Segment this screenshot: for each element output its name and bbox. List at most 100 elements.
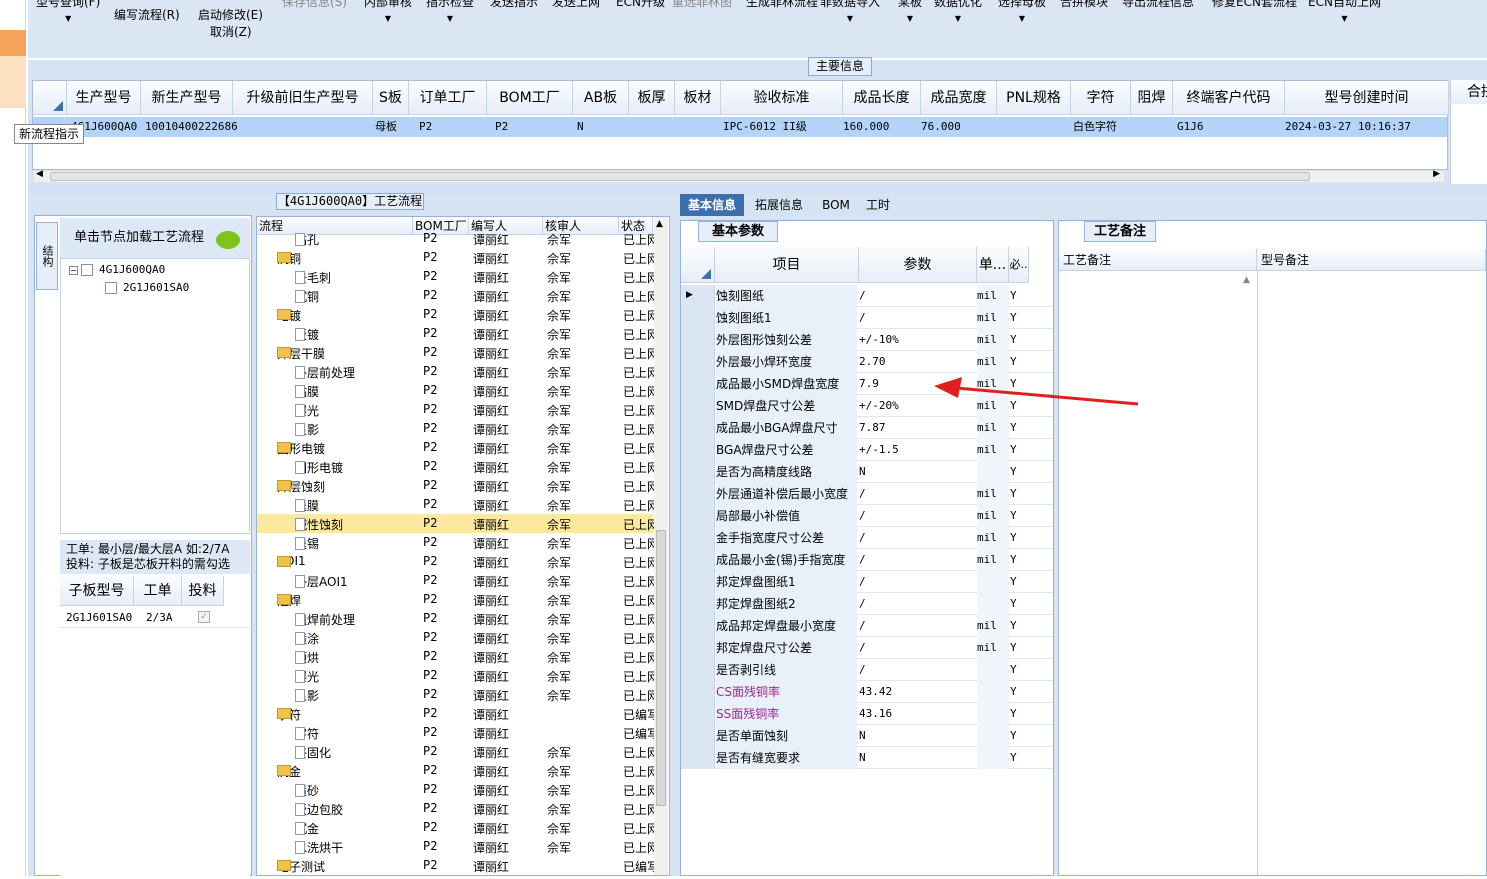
scroll-right-icon[interactable]: ▶ (1433, 169, 1440, 179)
param-value[interactable]: / (859, 307, 977, 329)
row-indicator[interactable] (681, 549, 715, 571)
col-header[interactable]: 成品宽度 (921, 81, 997, 115)
param-value[interactable]: / (859, 571, 977, 593)
param-row[interactable]: 是否剥引线 / Y (681, 659, 1053, 681)
row-indicator[interactable] (681, 637, 715, 659)
col-header[interactable]: 订单工厂 (409, 81, 487, 115)
flow-row[interactable]: −AOI1P2谭丽红佘军已上网 (257, 552, 659, 571)
flow-row[interactable]: 钻孔 P2 谭丽红 佘军 已上网 (257, 229, 659, 248)
col-header[interactable]: 字符 (1071, 81, 1131, 115)
param-row[interactable]: SS面残铜率 43.16 Y (681, 703, 1053, 725)
param-row[interactable]: 成品最小BGA焊盘尺寸 7.87 mil Y (681, 417, 1053, 439)
flow-row[interactable]: 曝光 P2 谭丽红 佘军 已上网 (257, 400, 659, 419)
flow-row[interactable]: −字符P2谭丽红已编写 (257, 704, 659, 723)
flow-row[interactable]: −沉金P2谭丽红佘军已上网 (257, 761, 659, 780)
toolbar-send-online-button[interactable]: 发送上网 (552, 0, 600, 10)
flow-row[interactable]: 显影 P2 谭丽红 佘军 已上网 (257, 685, 659, 704)
param-value[interactable]: +/-10% (859, 329, 977, 351)
row-indicator[interactable] (681, 351, 715, 373)
tab-extended-info[interactable]: 拓展信息 (750, 194, 808, 216)
flow-row[interactable]: 终固化 P2 谭丽红 佘军 已上网 (257, 742, 659, 761)
tab-work-hours[interactable]: 工时 (858, 194, 898, 216)
flow-row[interactable]: 曝光 P2 谭丽红 佘军 已上网 (257, 666, 659, 685)
toolbar-export-button[interactable]: 导出流程信息 (1122, 0, 1194, 10)
param-value[interactable]: 2.70 (859, 351, 977, 373)
row-indicator[interactable] (681, 615, 715, 637)
row-indicator[interactable] (681, 571, 715, 593)
toolbar-import-button[interactable]: 菲数据导入 ▼ (820, 0, 880, 23)
param-value[interactable]: +/-1.5 (859, 439, 977, 461)
row-indicator[interactable] (681, 593, 715, 615)
flow-row[interactable]: 显影 P2 谭丽红 佘军 已上网 (257, 419, 659, 438)
row-indicator[interactable] (681, 329, 715, 351)
toolbar-write-flow-button[interactable]: 编写流程(R) (114, 6, 180, 23)
flow-row[interactable]: 沉金 P2 谭丽红 佘军 已上网 (257, 818, 659, 837)
param-value[interactable]: N (859, 461, 977, 483)
toolbar-optimize-button[interactable]: 数据优化 ▼ (934, 0, 982, 23)
param-value[interactable]: / (859, 593, 977, 615)
col-header[interactable]: 单... (977, 247, 1009, 283)
flow-row[interactable]: −电子测试P2谭丽红已编写 (257, 856, 659, 875)
flow-row[interactable]: −沉铜P2谭丽红佘军已上网 (257, 248, 659, 267)
flow-row[interactable]: 板镀 P2 谭丽红 佘军 已上网 (257, 324, 659, 343)
param-row[interactable]: 蚀刻图纸1/mil Y (681, 307, 1053, 329)
toolbar-ecn-auto-button[interactable]: ECN自动上网 ▼ (1308, 0, 1381, 23)
toolbar-internal-review-button[interactable]: 内部审核 ▼ (364, 0, 412, 23)
param-row[interactable]: 邦定焊盘图纸2/ Y (681, 593, 1053, 615)
flow-row[interactable]: 水洗烘干 P2 谭丽红 佘军 已上网 (257, 837, 659, 856)
row-indicator[interactable] (681, 417, 715, 439)
tab-bom[interactable]: BOM (816, 194, 856, 216)
flow-row[interactable]: −外层干膜P2谭丽红佘军已上网 (257, 343, 659, 362)
row-indicator[interactable] (681, 483, 715, 505)
scroll-left-icon[interactable]: ◀ (36, 169, 43, 179)
param-value[interactable]: / (859, 549, 977, 571)
param-row[interactable]: ▶ 蚀刻图纸 / mil Y (681, 285, 1053, 307)
flow-row[interactable]: −图形电镀P2谭丽红佘军已上网 (257, 438, 659, 457)
toolbar-cancel-button[interactable]: 取消(Z) (210, 23, 252, 40)
param-row[interactable]: 外层通道补偿后最小宽度 / mil Y (681, 483, 1053, 505)
param-row[interactable]: CS面残铜率 43.42 Y (681, 681, 1053, 703)
col-header[interactable]: 阻焊 (1131, 81, 1173, 115)
param-row[interactable]: 是否为高精度线路 N Y (681, 461, 1053, 483)
flow-scroll-thumb[interactable] (656, 530, 666, 806)
col-header[interactable]: 新生产型号 (141, 81, 233, 115)
param-value[interactable]: / (859, 285, 977, 307)
param-row[interactable]: 是否有缝宽要求 N Y (681, 747, 1053, 769)
col-header[interactable]: BOM工厂 (487, 81, 573, 115)
flow-row[interactable]: 退膜 P2 谭丽红 佘军 已上网 (257, 495, 659, 514)
flow-row[interactable]: 外层前处理 P2 谭丽红 佘军 已上网 (257, 362, 659, 381)
flow-row[interactable]: 喷涂 P2 谭丽红 佘军 已上网 (257, 628, 659, 647)
feed-checkbox[interactable]: ✓ (198, 611, 210, 623)
flow-row[interactable]: −阻焊P2谭丽红佘军已上网 (257, 590, 659, 609)
param-value[interactable]: N (859, 747, 977, 769)
toolbar-start-modify-button[interactable]: 启动修改(E) (198, 6, 263, 23)
toolbar-save-button[interactable]: 保存信息(S) (282, 0, 347, 10)
param-value[interactable]: / (859, 505, 977, 527)
col-header[interactable]: 子板型号 (60, 576, 134, 606)
param-row[interactable]: 成品最小金(锡)手指宽度 / mil Y (681, 549, 1053, 571)
scroll-thumb[interactable] (50, 172, 1310, 181)
col-header[interactable]: 验收标准 (721, 81, 843, 115)
col-header[interactable]: 终端客户代码 (1173, 81, 1285, 115)
toolbar-gen-film-button[interactable]: 生成菲林流程 (746, 0, 818, 10)
row-indicator[interactable]: ▶ (681, 285, 715, 307)
flow-row[interactable]: 喷砂 P2 谭丽红 佘军 已上网 (257, 780, 659, 799)
col-header[interactable]: 升级前旧生产型号 (233, 81, 373, 115)
flow-row[interactable]: 预烘 P2 谭丽红 佘军 已上网 (257, 647, 659, 666)
main-grid-hscrollbar[interactable]: ◀ ▶ (34, 169, 1444, 182)
col-header[interactable]: 工单 (134, 576, 182, 606)
toolbar-repair-ecn-button[interactable]: 修复ECN套流程 (1212, 0, 1297, 10)
col-header[interactable]: 板材 (675, 81, 721, 115)
toolbar-merge-button[interactable]: 合拼模块 (1060, 0, 1108, 10)
param-row[interactable]: 邦定焊盘图纸1/ Y (681, 571, 1053, 593)
param-value[interactable]: 43.42 (859, 681, 977, 703)
col-header[interactable]: 型号创建时间 (1285, 81, 1449, 115)
tree-node-root[interactable]: −4G1J600QA0 (69, 263, 165, 276)
structure-vtab[interactable]: 结构 (36, 222, 58, 290)
col-header[interactable]: S板 (373, 81, 409, 115)
flow-row[interactable]: 阻焊前处理 P2 谭丽红 佘军 已上网 (257, 609, 659, 628)
row-indicator[interactable] (681, 505, 715, 527)
flow-row[interactable]: −外层蚀刻P2谭丽红佘军已上网 (257, 476, 659, 495)
row-indicator[interactable] (681, 439, 715, 461)
row-indicator[interactable] (681, 307, 715, 329)
